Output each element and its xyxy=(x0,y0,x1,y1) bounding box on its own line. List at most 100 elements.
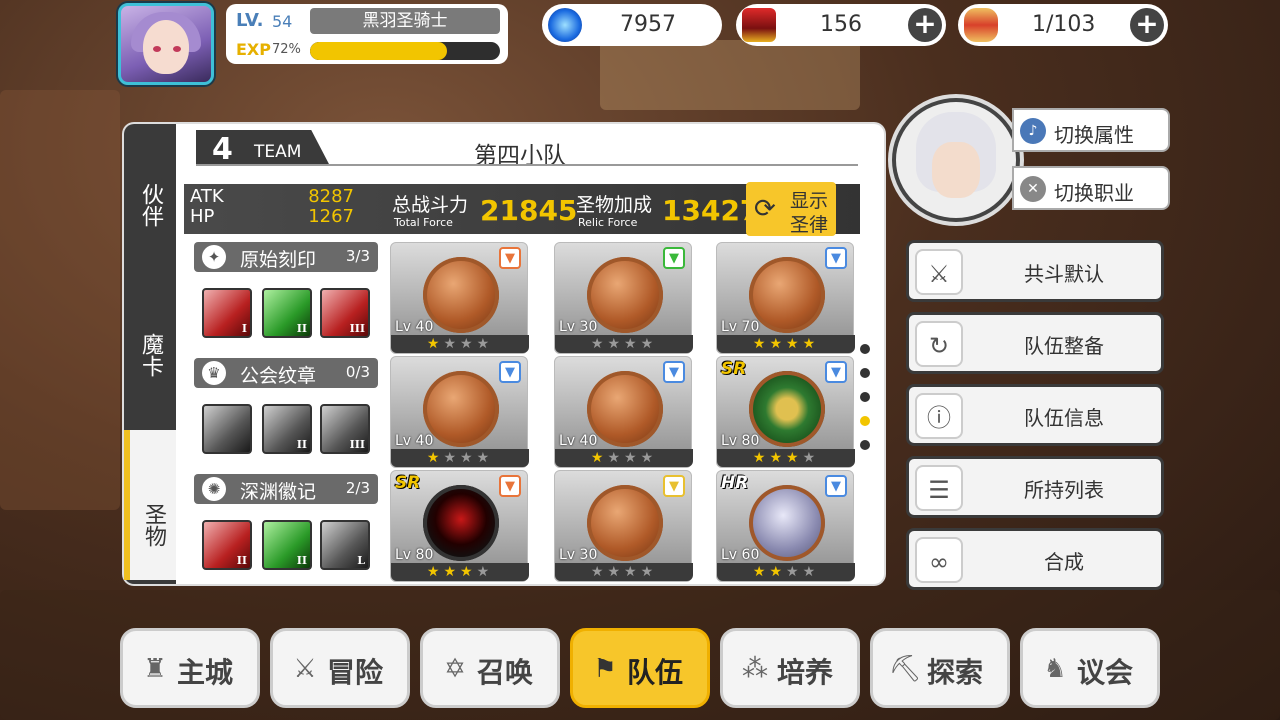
coop-default-button[interactable]: ⚔ 共斗默认 xyxy=(906,240,1164,302)
rune-slot[interactable]: III xyxy=(320,288,370,338)
star-rating: ★★★★ xyxy=(717,563,855,581)
star-rating: ★★★★ xyxy=(391,335,529,353)
tab-magic-card[interactable]: 魔卡 xyxy=(124,320,176,390)
relic-card[interactable]: ▼ Lv 40 ★★★★ xyxy=(390,242,529,354)
team-prepare-button[interactable]: ↻ 队伍整备 xyxy=(906,312,1164,374)
rune-numeral: II xyxy=(296,322,307,335)
star-filled-icon: ★ xyxy=(426,564,444,580)
star-filled-icon: ★ xyxy=(802,336,820,352)
crossed-swords-icon: ⚔ xyxy=(915,249,963,295)
exp-label: EXP xyxy=(236,40,271,59)
category-primal-seal: ✦ 原始刻印 3/3 xyxy=(194,242,378,272)
relic-level: Lv 70 xyxy=(721,319,760,335)
star-rating: ★★★★ xyxy=(717,335,855,353)
star-filled-icon: ★ xyxy=(769,336,786,352)
rune-numeral: II xyxy=(236,554,247,567)
relic-card[interactable]: ▼ SR Lv 80 ★★★★ xyxy=(716,356,855,468)
rune-slot[interactable]: I xyxy=(202,288,252,338)
star-empty-icon: ★ xyxy=(786,564,803,580)
rune-slot[interactable]: II xyxy=(202,520,252,570)
tab-partner[interactable]: 伙伴 xyxy=(124,170,176,240)
atk-value: 8287 xyxy=(308,186,354,207)
relic-level: Lv 40 xyxy=(395,319,434,335)
rune-slot[interactable]: L xyxy=(320,520,370,570)
job-switch-icon: ✕ xyxy=(1020,176,1046,202)
background-shelf xyxy=(0,90,120,510)
coop-default-label: 共斗默认 xyxy=(1024,262,1104,286)
tab-relic[interactable]: 圣物 xyxy=(124,430,176,580)
star-empty-icon: ★ xyxy=(640,336,658,352)
relic-card[interactable]: ▼ Lv 70 ★★★★ xyxy=(716,242,855,354)
show-relic-law-button[interactable]: ⟳ 显示 圣律 xyxy=(746,182,836,236)
nav-label: 队伍 xyxy=(627,656,684,689)
rune-slot[interactable]: II xyxy=(262,404,312,454)
page-dot[interactable] xyxy=(858,438,872,452)
team-number: 4 xyxy=(212,132,233,167)
nav-label: 探索 xyxy=(927,656,984,689)
switch-element-button[interactable]: ♪ 切换属性 xyxy=(1012,108,1170,152)
nav-adventure[interactable]: ⚔ 冒险 xyxy=(270,628,410,708)
rune-slot[interactable]: II xyxy=(262,520,312,570)
chest-value: 156 xyxy=(820,12,862,37)
rune-numeral: II xyxy=(296,554,307,567)
relic-image xyxy=(587,257,663,333)
exp-bar-fill xyxy=(310,42,447,60)
page-dot[interactable] xyxy=(858,414,872,428)
total-force-sub: Total Force xyxy=(394,216,453,229)
element-badge-icon: ▼ xyxy=(663,475,685,497)
page-dot[interactable] xyxy=(858,390,872,404)
toggle-line2: 圣律 xyxy=(790,214,829,236)
page-dot[interactable] xyxy=(858,342,872,356)
player-avatar[interactable] xyxy=(118,3,214,85)
star-empty-icon: ★ xyxy=(624,336,641,352)
background-window xyxy=(600,40,860,110)
total-force-label: 总战斗力 xyxy=(392,194,469,216)
rune-slot[interactable]: II xyxy=(262,288,312,338)
leader-portrait[interactable] xyxy=(892,98,1020,222)
group-info-icon: ⓘ xyxy=(915,393,963,439)
owned-list-button[interactable]: ☰ 所持列表 xyxy=(906,456,1164,518)
nav-explore[interactable]: ⛏ 探索 xyxy=(870,628,1010,708)
nav-team[interactable]: ⚑ 队伍 xyxy=(570,628,710,708)
star-empty-icon: ★ xyxy=(590,336,608,352)
relic-card[interactable]: ▼ SR Lv 80 ★★★★ xyxy=(390,470,529,582)
star-filled-icon: ★ xyxy=(769,450,786,466)
add-chest-button[interactable]: + xyxy=(908,8,942,42)
switch-job-button[interactable]: ✕ 切换职业 xyxy=(1012,166,1170,210)
nav-main-city[interactable]: ♜ 主城 xyxy=(120,628,260,708)
relic-image xyxy=(587,485,663,561)
nav-council[interactable]: ♞ 议会 xyxy=(1020,628,1160,708)
nav-train[interactable]: ⁂ 培养 xyxy=(720,628,860,708)
relic-card[interactable]: ▼ Lv 30 ★★★★ xyxy=(554,242,693,354)
treasure-chest-icon xyxy=(742,8,776,42)
relic-card[interactable]: ▼ HR Lv 60 ★★★★ xyxy=(716,470,855,582)
star-filled-icon: ★ xyxy=(786,336,803,352)
relic-card[interactable]: ▼ Lv 40 ★★★★ xyxy=(390,356,529,468)
star-empty-icon: ★ xyxy=(640,450,658,466)
player-level-box: LV. 54 黑羽圣骑士 EXP 72% xyxy=(226,4,508,64)
category-guild-crest: ♛ 公会纹章 0/3 xyxy=(194,358,378,388)
relic-image xyxy=(587,371,663,447)
nav-summon[interactable]: ✡ 召唤 xyxy=(420,628,560,708)
rune-slot[interactable]: III xyxy=(320,404,370,454)
relic-image xyxy=(749,485,825,561)
triforce-icon: ⁂ xyxy=(742,654,768,684)
relic-card[interactable]: ▼ Lv 30 ★★★★ xyxy=(554,470,693,582)
tab-partner-label: 伙伴 xyxy=(138,183,163,227)
element-badge-icon: ▼ xyxy=(499,361,521,383)
page-dot[interactable] xyxy=(858,366,872,380)
star-rating: ★★★★ xyxy=(717,449,855,467)
star-empty-icon: ★ xyxy=(590,564,608,580)
explorer-icon: ⛏ xyxy=(888,654,922,684)
star-empty-icon: ★ xyxy=(476,564,494,580)
relic-card[interactable]: ▼ Lv 40 ★★★★ xyxy=(554,356,693,468)
add-stamina-button[interactable]: + xyxy=(1130,8,1164,42)
blue-flame-icon xyxy=(548,8,582,42)
rune-slot[interactable] xyxy=(202,404,252,454)
swords-icon: ⚔ xyxy=(293,654,317,684)
rarity-label: SR xyxy=(395,473,421,493)
hp-label: HP xyxy=(190,206,215,227)
rarity-label: SR xyxy=(721,359,747,379)
team-info-button[interactable]: ⓘ 队伍信息 xyxy=(906,384,1164,446)
synthesize-button[interactable]: ∞ 合成 xyxy=(906,528,1164,590)
